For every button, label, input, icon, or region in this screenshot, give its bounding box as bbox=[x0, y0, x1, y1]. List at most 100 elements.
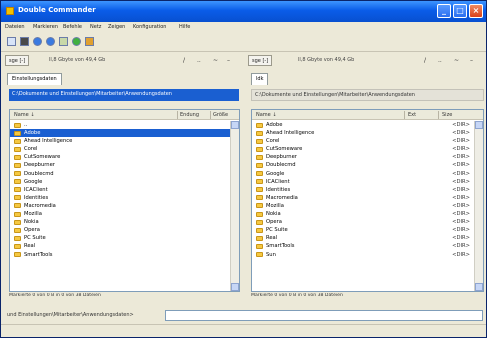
right-root-button[interactable]: / bbox=[424, 57, 426, 64]
list-item[interactable]: CutSomeware <DIR> bbox=[252, 145, 474, 153]
list-item[interactable]: Corel bbox=[10, 145, 230, 153]
menu-item-konfiguration[interactable]: Konfiguration bbox=[133, 24, 166, 30]
list-item[interactable]: ICAClient bbox=[10, 186, 230, 194]
folder-icon bbox=[256, 154, 263, 160]
left-root-button[interactable]: / bbox=[183, 57, 185, 64]
terminal-icon[interactable] bbox=[20, 37, 29, 46]
list-item-size: <DIR> bbox=[452, 146, 470, 153]
left-drive-button[interactable]: sge [-] bbox=[5, 55, 30, 66]
list-item-name: Doublecmd bbox=[266, 162, 296, 169]
left-home-button[interactable]: ~ bbox=[213, 57, 218, 64]
list-item[interactable]: Corel <DIR> bbox=[252, 137, 474, 145]
list-item[interactable]: Google bbox=[10, 178, 230, 186]
menu-item-zeigen[interactable]: Zeigen bbox=[108, 24, 125, 30]
list-item[interactable]: PC Suite bbox=[10, 234, 230, 242]
list-item-name: CutSomeware bbox=[24, 154, 61, 161]
list-item[interactable]: Opera bbox=[10, 226, 230, 234]
list-item[interactable]: Real bbox=[10, 242, 230, 250]
right-home-button[interactable]: ~ bbox=[454, 57, 459, 64]
menu-item-netz[interactable]: Netz bbox=[90, 24, 101, 30]
menu-item-befehle[interactable]: Befehle bbox=[63, 24, 82, 30]
right-col-ext[interactable]: Ext bbox=[408, 112, 416, 118]
list-item[interactable]: Ahead Intelligence <DIR> bbox=[252, 129, 474, 137]
left-scrollbar[interactable] bbox=[230, 121, 239, 291]
move-icon[interactable] bbox=[72, 37, 81, 46]
list-item[interactable]: CutSomeware bbox=[10, 153, 230, 161]
list-item-name: Deepburner bbox=[24, 162, 55, 169]
list-item[interactable]: Mozilla <DIR> bbox=[252, 202, 474, 210]
left-file-list[interactable]: Name ↓ Endung Größe .. Adobe Ahead Intelli… bbox=[9, 109, 240, 292]
minimize-button[interactable]: _ bbox=[437, 4, 451, 18]
list-item-name: Google bbox=[24, 178, 43, 185]
left-col-size[interactable]: Größe bbox=[213, 112, 228, 118]
list-item[interactable]: Deepburner <DIR> bbox=[252, 153, 474, 161]
left-menu-button[interactable]: – bbox=[227, 57, 230, 64]
list-item-name: Google bbox=[266, 170, 285, 177]
right-scrollbar[interactable] bbox=[474, 121, 483, 291]
list-item-size: <DIR> bbox=[452, 170, 470, 177]
list-item[interactable]: Identities bbox=[10, 194, 230, 202]
menu-item-markieren[interactable]: Markieren bbox=[33, 24, 58, 30]
list-item[interactable]: PC Suite <DIR> bbox=[252, 226, 474, 234]
left-up-button[interactable]: .. bbox=[197, 57, 201, 64]
left-drive-bar: sge [-] ll,8 Gbyte von 49,4 Gb / .. ~ – bbox=[5, 55, 241, 68]
right-scroll-down[interactable] bbox=[475, 283, 483, 291]
left-path-bar[interactable]: C:\Dokumente und Einstellungen\Mitarbeit… bbox=[9, 89, 239, 101]
list-item[interactable]: Real <DIR> bbox=[252, 234, 474, 242]
back-icon[interactable] bbox=[33, 37, 42, 46]
maximize-button[interactable]: □ bbox=[453, 4, 467, 18]
list-item[interactable]: Opera <DIR> bbox=[252, 218, 474, 226]
right-col-size[interactable]: Size bbox=[442, 112, 452, 118]
copy-icon[interactable] bbox=[59, 37, 68, 46]
right-file-list[interactable]: Name ↓ Ext Size Adobe <DIR> Ahead Intellig… bbox=[251, 109, 484, 292]
left-col-name[interactable]: Name ↓ bbox=[14, 112, 35, 118]
list-item-size: <DIR> bbox=[452, 251, 470, 258]
right-up-button[interactable]: .. bbox=[438, 57, 442, 64]
folder-icon bbox=[256, 122, 263, 128]
list-item[interactable]: Google <DIR> bbox=[252, 170, 474, 178]
right-column-header: Name ↓ Ext Size bbox=[252, 110, 483, 120]
app-icon bbox=[6, 7, 14, 15]
folder-icon[interactable] bbox=[85, 37, 94, 46]
left-tab[interactable]: Einstellungsdaten bbox=[7, 73, 62, 85]
list-item[interactable]: Nokia <DIR> bbox=[252, 210, 474, 218]
menu-item-hilfe[interactable]: Hilfe bbox=[179, 24, 190, 30]
folder-icon bbox=[256, 235, 263, 241]
menu-item-dateien[interactable]: Dateien bbox=[5, 24, 25, 30]
list-item-name: Macromedia bbox=[24, 202, 56, 209]
list-item[interactable]: .. bbox=[10, 121, 230, 129]
right-col-name[interactable]: Name ↓ bbox=[256, 112, 277, 118]
list-item[interactable]: ICAClient <DIR> bbox=[252, 178, 474, 186]
list-item[interactable]: Doublecmd bbox=[10, 170, 230, 178]
list-item[interactable]: SmartTools <DIR> bbox=[252, 242, 474, 250]
list-item-name: ICAClient bbox=[266, 178, 290, 185]
list-item[interactable]: Adobe bbox=[10, 129, 230, 138]
list-item-name: Identities bbox=[24, 194, 49, 201]
list-item[interactable]: Doublecmd <DIR> bbox=[252, 161, 474, 169]
list-item[interactable]: Adobe <DIR> bbox=[252, 121, 474, 129]
folder-icon bbox=[14, 138, 21, 144]
list-item[interactable]: SmartTools bbox=[10, 251, 230, 259]
list-item[interactable]: Identities <DIR> bbox=[252, 186, 474, 194]
list-item[interactable]: Ahead Intelligence bbox=[10, 137, 230, 145]
close-button[interactable]: × bbox=[469, 4, 483, 18]
left-col-ext[interactable]: Endung bbox=[180, 112, 199, 118]
left-scroll-down[interactable] bbox=[231, 283, 239, 291]
left-scroll-up[interactable] bbox=[231, 121, 239, 129]
list-item[interactable]: Sun <DIR> bbox=[252, 251, 474, 259]
right-menu-button[interactable]: – bbox=[470, 57, 473, 64]
list-item[interactable]: Macromedia bbox=[10, 202, 230, 210]
list-item[interactable]: Nokia bbox=[10, 218, 230, 226]
right-tab[interactable]: ldk bbox=[251, 73, 269, 85]
list-item[interactable]: Mozilla bbox=[10, 210, 230, 218]
list-item[interactable]: Macromedia <DIR> bbox=[252, 194, 474, 202]
right-drive-button[interactable]: sge [-] bbox=[248, 55, 273, 66]
folder-icon bbox=[14, 187, 21, 193]
refresh-icon[interactable] bbox=[7, 37, 16, 46]
right-scroll-up[interactable] bbox=[475, 121, 483, 129]
right-path-bar[interactable]: C:\Dokumente und Einstellungen\Mitarbeit… bbox=[251, 89, 484, 101]
folder-icon bbox=[14, 154, 21, 160]
list-item[interactable]: Deepburner bbox=[10, 161, 230, 169]
command-line-input[interactable] bbox=[165, 310, 483, 321]
forward-icon[interactable] bbox=[46, 37, 55, 46]
